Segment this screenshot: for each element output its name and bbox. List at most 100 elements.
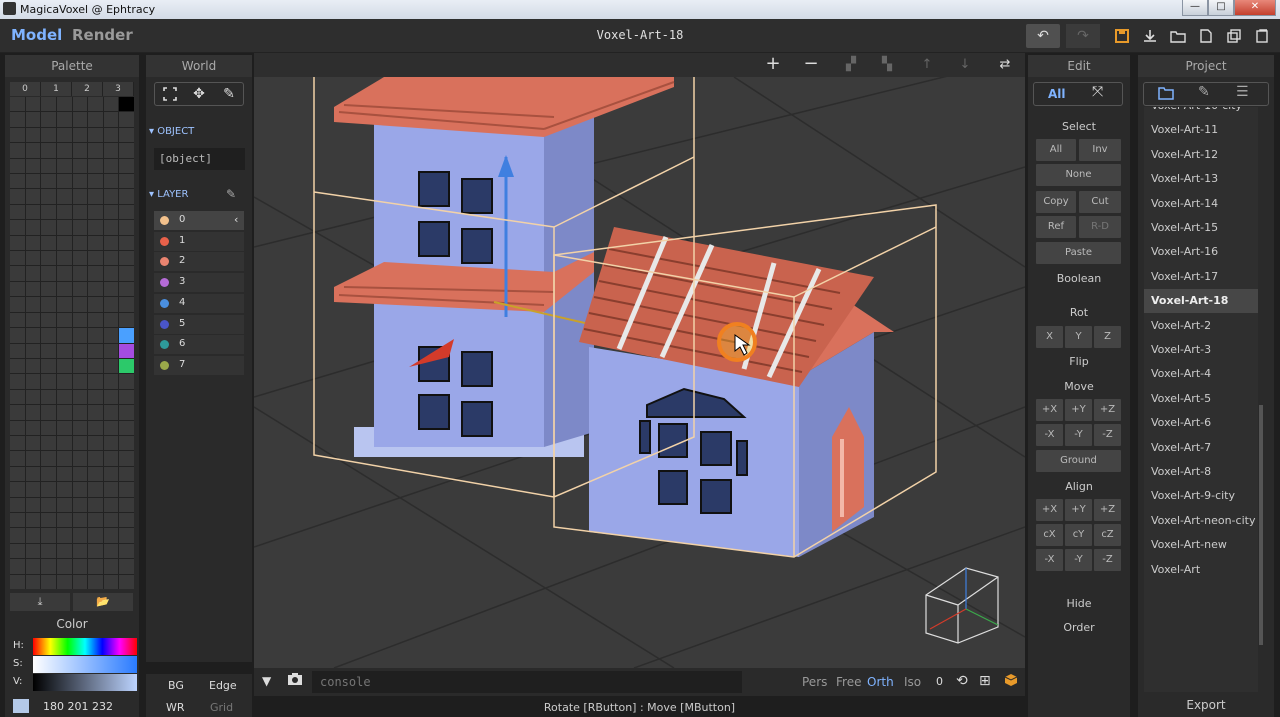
palette-cell[interactable] — [119, 574, 134, 589]
ref-button[interactable]: Ref — [1036, 216, 1076, 238]
project-item[interactable]: Voxel-Art-6 — [1144, 411, 1258, 435]
project-item[interactable]: Voxel-Art-11 — [1144, 118, 1258, 142]
palette-cell[interactable] — [56, 497, 72, 512]
palette-cell[interactable] — [25, 204, 41, 220]
layer-color-dot[interactable] — [160, 298, 169, 308]
rotate-y-button[interactable]: Y — [1065, 326, 1092, 348]
project-scrollbar[interactable] — [1259, 107, 1263, 692]
hide-label[interactable]: Hide — [1028, 597, 1130, 610]
flip-label[interactable]: Flip — [1028, 355, 1130, 368]
palette-cell[interactable] — [103, 420, 119, 435]
list-icon[interactable]: ☰ — [1236, 84, 1249, 100]
palette-cell[interactable] — [25, 420, 41, 435]
palette-cell[interactable] — [10, 174, 25, 189]
move-up-icon[interactable]: ↑ — [916, 55, 938, 75]
palette-cell[interactable] — [56, 189, 72, 204]
palette-cell[interactable] — [103, 358, 119, 374]
palette-cell[interactable] — [10, 297, 25, 312]
palette-cell[interactable] — [56, 281, 72, 297]
palette-cell[interactable] — [119, 497, 134, 512]
palette-cell[interactable] — [88, 374, 103, 389]
palette-cell[interactable] — [25, 312, 41, 328]
palette-cell[interactable] — [25, 266, 41, 281]
palette-cell[interactable] — [56, 127, 72, 143]
layer-color-dot[interactable] — [160, 360, 169, 370]
palette-cell[interactable] — [41, 343, 56, 358]
swap-icon[interactable]: ⇄ — [994, 55, 1016, 75]
project-item[interactable]: Voxel-Art-neon-city — [1144, 509, 1258, 533]
project-item[interactable]: Voxel-Art-7 — [1144, 436, 1258, 460]
palette-cell[interactable] — [25, 143, 41, 158]
palette-cell[interactable] — [25, 97, 41, 112]
palette-cell[interactable] — [56, 482, 72, 497]
palette-cell[interactable] — [103, 559, 119, 574]
palette-cell[interactable] — [41, 97, 56, 112]
palette-cell[interactable] — [119, 204, 134, 220]
view-free[interactable]: Free — [836, 675, 861, 689]
palette-cell[interactable] — [10, 189, 25, 204]
layer-color-dot[interactable] — [160, 216, 169, 225]
palette-cell[interactable] — [25, 374, 41, 389]
palette-cell[interactable] — [88, 158, 103, 174]
palette-cell[interactable] — [10, 251, 25, 266]
palette-cell[interactable] — [103, 158, 119, 174]
palette-cell[interactable] — [56, 543, 72, 559]
palette-grid[interactable] — [10, 97, 134, 589]
palette-cell[interactable] — [56, 405, 72, 420]
palette-cell[interactable] — [88, 143, 103, 158]
palette-cell[interactable] — [25, 574, 41, 589]
palette-cell[interactable] — [56, 343, 72, 358]
palette-cell[interactable] — [119, 143, 134, 158]
palette-cell[interactable] — [72, 389, 88, 405]
layer-color-dot[interactable] — [160, 319, 169, 329]
brush-icon[interactable]: ✎ — [1198, 84, 1210, 100]
palette-cell[interactable] — [41, 497, 56, 512]
palette-cell[interactable] — [56, 466, 72, 482]
palette-cell[interactable] — [25, 528, 41, 543]
layer-color-dot[interactable] — [160, 278, 169, 288]
layer-collapse-icon[interactable]: ‹ — [234, 213, 238, 226]
palette-cell[interactable] — [25, 435, 41, 451]
palette-cell[interactable] — [88, 328, 103, 343]
palette-cell[interactable] — [119, 127, 134, 143]
palette-cell[interactable] — [41, 559, 56, 574]
palette-cell[interactable] — [119, 528, 134, 543]
move-icon[interactable]: ✥ — [184, 83, 214, 105]
select-frame-icon[interactable] — [155, 83, 185, 105]
render-mode-tab[interactable]: Render — [72, 26, 133, 44]
hue-bar[interactable] — [33, 638, 137, 655]
palette-cell[interactable] — [103, 328, 119, 343]
palette-cell[interactable] — [72, 374, 88, 389]
export-button[interactable]: Export — [1138, 698, 1274, 712]
add-object-icon[interactable]: + — [762, 54, 784, 74]
palette-cell[interactable] — [119, 482, 134, 497]
palette-cell[interactable] — [72, 405, 88, 420]
align-plus-x-button[interactable]: +X — [1036, 499, 1063, 521]
export-icon[interactable] — [1138, 24, 1162, 48]
palette-cell[interactable] — [72, 235, 88, 251]
ground-button[interactable]: Ground — [1036, 450, 1121, 472]
palette-cell[interactable] — [119, 374, 134, 389]
palette-cell[interactable] — [119, 358, 134, 374]
palette-cell[interactable] — [103, 112, 119, 127]
palette-cell[interactable] — [41, 466, 56, 482]
layer-row[interactable]: 3 — [154, 273, 244, 293]
palette-cell[interactable] — [41, 435, 56, 451]
palette-cell[interactable] — [88, 220, 103, 235]
palette-cell[interactable] — [103, 220, 119, 235]
palette-cell[interactable] — [119, 297, 134, 312]
palette-cell[interactable] — [72, 281, 88, 297]
palette-cell[interactable] — [10, 543, 25, 559]
palette-cell[interactable] — [25, 543, 41, 559]
project-item[interactable]: Voxel-Art-3 — [1144, 338, 1258, 362]
palette-cell[interactable] — [41, 220, 56, 235]
palette-cell[interactable] — [56, 559, 72, 574]
saturation-bar[interactable] — [33, 656, 137, 673]
project-item[interactable]: Voxel-Art-16 — [1144, 240, 1258, 264]
palette-cell[interactable] — [103, 97, 119, 112]
screenshot-icon[interactable] — [287, 672, 303, 689]
palette-cell[interactable] — [119, 405, 134, 420]
palette-cell[interactable] — [56, 297, 72, 312]
palette-cell[interactable] — [72, 358, 88, 374]
reset-view-icon[interactable]: ⟲ — [956, 673, 968, 689]
